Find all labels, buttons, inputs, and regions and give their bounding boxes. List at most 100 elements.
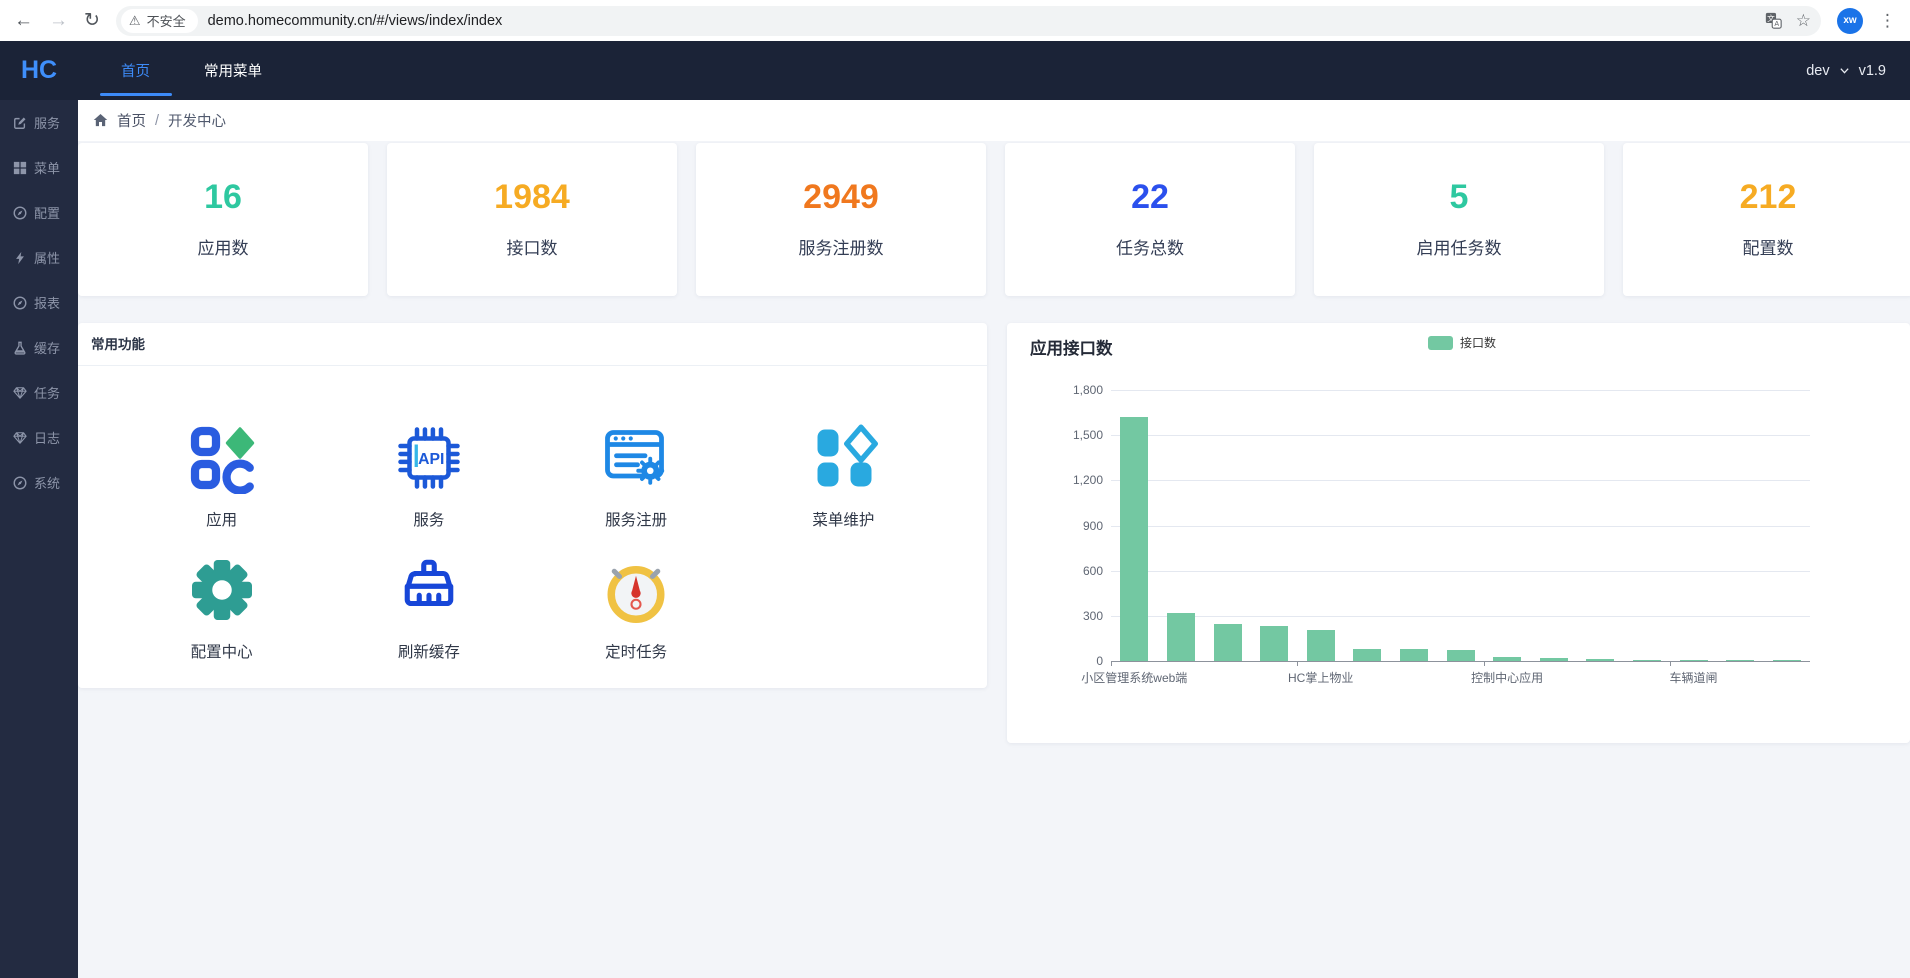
quick-item-配置中心[interactable]: 配置中心 [118,554,325,662]
chart-title: 应用接口数 [1030,335,1113,359]
stat-card-label: 接口数 [507,234,558,259]
gem-icon [13,431,27,445]
bar-14[interactable] [1773,660,1801,661]
x-axis-tick [1484,661,1485,666]
stat-card-value: 22 [1131,180,1169,214]
url-text[interactable]: demo.homecommunity.cn/#/views/index/inde… [208,13,1755,29]
browser-profile-avatar[interactable]: xw [1837,8,1863,34]
quick-item-刷新缓存[interactable]: 刷新缓存 [325,554,532,662]
stat-card-label: 启用任务数 [1417,234,1502,259]
x-axis-tick [1297,661,1298,666]
version-label: v1.9 [1859,63,1886,79]
legend-item[interactable]: 接口数 [1428,334,1496,351]
stat-card-value: 5 [1450,180,1469,214]
bar-7[interactable] [1447,650,1475,661]
compass-icon [13,296,27,310]
breadcrumb-home[interactable]: 首页 [117,110,146,131]
gridline [1111,435,1810,436]
y-axis-tick-label: 1,800 [1073,383,1103,397]
gridline [1111,390,1810,391]
stat-card-value: 2949 [803,180,879,214]
quick-item-label: 菜单维护 [812,508,874,530]
svg-text:A: A [1774,19,1779,28]
gridline [1111,526,1810,527]
sidebar-item-label: 任务 [34,383,60,402]
stat-card-label: 应用数 [198,234,249,259]
home-icon [93,113,108,128]
browser-menu-icon[interactable]: ⋮ [1879,11,1896,31]
sidebar-item-日志[interactable]: 日志 [0,415,78,460]
bar-3[interactable] [1260,626,1288,661]
gridline [1111,480,1810,481]
sidebar-item-label: 报表 [34,293,60,312]
sidebar: 服务菜单配置属性报表缓存任务日志系统 [0,100,78,978]
legend-label: 接口数 [1460,334,1496,351]
sidebar-item-label: 缓存 [34,338,60,357]
sidebar-item-label: 系统 [34,473,60,492]
translate-icon[interactable]: 文 A [1765,12,1782,29]
sidebar-item-属性[interactable]: 属性 [0,235,78,280]
bar-9[interactable] [1540,658,1568,661]
stat-card: 22任务总数 [1005,143,1295,296]
bookmark-star-icon[interactable]: ☆ [1796,11,1811,31]
bar-2[interactable] [1214,624,1242,661]
bar-11[interactable] [1633,660,1661,661]
bar-1[interactable] [1167,613,1195,661]
env-selector[interactable]: dev [1806,63,1829,79]
sidebar-item-缓存[interactable]: 缓存 [0,325,78,370]
tab-home[interactable]: 首页 [94,41,177,100]
bar-6[interactable] [1400,649,1428,661]
security-badge[interactable]: ⚠ 不安全 [121,9,198,33]
bar-chart-plot: 03006009001,2001,5001,800小区管理系统web端HC掌上物… [1111,390,1810,661]
sidebar-item-label: 菜单 [34,158,60,177]
api-chip-icon: API [393,422,465,499]
address-bar[interactable]: ⚠ 不安全 demo.homecommunity.cn/#/views/inde… [116,6,1821,36]
security-badge-label: 不安全 [147,11,186,30]
stat-cards-row: 16应用数1984接口数2949服务注册数22任务总数5启用任务数212配置数 [78,143,1910,296]
quick-item-label: 刷新缓存 [398,640,460,662]
app-grid-icon [186,422,258,499]
stat-card-value: 1984 [494,180,570,214]
x-axis-category-label: 控制中心应用 [1471,669,1543,686]
x-axis-category-label: 小区管理系统web端 [1081,669,1187,686]
quick-item-label: 应用 [206,508,237,530]
gem-icon [13,386,27,400]
breadcrumb-separator: / [155,113,159,129]
sidebar-item-配置[interactable]: 配置 [0,190,78,235]
sidebar-item-系统[interactable]: 系统 [0,460,78,505]
sidebar-item-label: 日志 [34,428,60,447]
reload-icon[interactable]: ↻ [84,11,100,30]
chevron-down-icon[interactable] [1839,65,1850,76]
sidebar-item-报表[interactable]: 报表 [0,280,78,325]
bar-8[interactable] [1493,657,1521,661]
quick-item-定时任务[interactable]: 定时任务 [533,554,740,662]
browser-toolbar: ← → ↻ ⚠ 不安全 demo.homecommunity.cn/#/view… [0,0,1910,41]
quick-item-label: 服务 [413,508,444,530]
app-logo[interactable]: HC [0,56,78,85]
quick-panel-title: 常用功能 [78,323,987,366]
sidebar-item-菜单[interactable]: 菜单 [0,145,78,190]
bar-10[interactable] [1586,659,1614,661]
back-icon[interactable]: ← [14,11,33,30]
legend-swatch [1428,336,1453,350]
tab-common-menu[interactable]: 常用菜单 [177,41,289,100]
quick-item-菜单维护[interactable]: 菜单维护 [740,422,947,530]
bar-0[interactable] [1120,417,1148,661]
forward-icon[interactable]: → [49,11,68,30]
sidebar-item-任务[interactable]: 任务 [0,370,78,415]
sidebar-item-label: 属性 [34,248,60,267]
y-axis-tick-label: 1,500 [1073,428,1103,442]
bar-12[interactable] [1680,660,1708,661]
y-axis-tick-label: 1,200 [1073,473,1103,487]
quick-item-服务注册[interactable]: 服务注册 [533,422,740,530]
quick-item-服务[interactable]: API 服务 [325,422,532,530]
stat-card-label: 配置数 [1743,234,1794,259]
cache-brush-icon [393,554,465,631]
sidebar-item-服务[interactable]: 服务 [0,100,78,145]
bar-13[interactable] [1726,660,1754,661]
bar-5[interactable] [1353,649,1381,661]
quick-item-label: 服务注册 [605,508,667,530]
quick-item-应用[interactable]: 应用 [118,422,325,530]
compass-icon [13,206,27,220]
bar-4[interactable] [1307,630,1335,661]
